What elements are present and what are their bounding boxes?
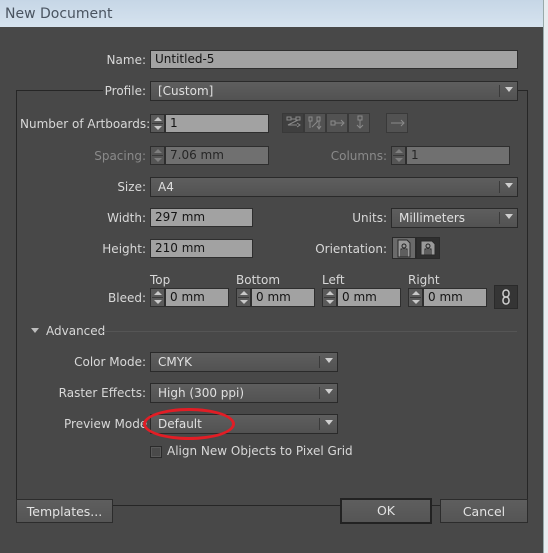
spacing-label: Spacing: (94, 149, 146, 163)
bleed-label: Bleed: (108, 291, 146, 305)
bleed-left-input[interactable]: 0 mm (337, 288, 401, 307)
spacing-stepper (150, 146, 165, 165)
bleed-top-stepper[interactable] (150, 288, 165, 307)
arrange-by-column-button[interactable] (348, 113, 370, 133)
collapse-triangle-icon[interactable] (31, 328, 39, 333)
landscape-icon (420, 240, 436, 256)
align-pixel-grid-label[interactable]: Align New Objects to Pixel Grid (167, 444, 353, 458)
color-mode-select[interactable]: CMYK (150, 352, 338, 372)
align-pixel-grid-checkbox[interactable] (150, 446, 162, 458)
columns-input: 1 (406, 146, 510, 165)
profile-select[interactable]: [Custom] (150, 81, 518, 101)
artboards-input[interactable]: 1 (165, 114, 269, 133)
orientation-label: Orientation: (315, 242, 387, 256)
decrement-icon[interactable] (154, 126, 162, 130)
chevron-down-icon (325, 389, 333, 394)
portrait-icon (397, 239, 411, 258)
size-label: Size: (117, 180, 146, 194)
bleed-right-label: Right (408, 273, 440, 287)
arrange-by-column-icon (356, 115, 364, 129)
chevron-down-icon (325, 358, 333, 363)
profile-label: Profile: (104, 84, 146, 98)
bleed-top-input[interactable]: 0 mm (165, 288, 229, 307)
raster-effects-value: High (300 ppi) (158, 386, 245, 400)
grid-by-column-icon (308, 116, 322, 130)
chevron-down-icon (505, 214, 513, 219)
height-label: Height: (102, 242, 146, 256)
arrange-by-row-button[interactable] (326, 113, 348, 133)
preview-mode-label: Preview Mode (64, 417, 148, 431)
right-to-left-button[interactable] (386, 113, 408, 133)
advanced-divider (102, 331, 517, 332)
units-select[interactable]: Millimeters (391, 208, 518, 228)
color-mode-value: CMYK (158, 355, 192, 369)
artboards-stepper[interactable] (150, 114, 165, 133)
name-label: Name: (106, 53, 146, 67)
bleed-bottom-input[interactable]: 0 mm (251, 288, 315, 307)
size-select[interactable]: A4 (150, 177, 518, 197)
bleed-left-stepper[interactable] (322, 288, 337, 307)
portrait-button[interactable] (392, 237, 416, 259)
artboards-label: Number of Artboards: (20, 117, 151, 131)
link-bleed-button[interactable] (494, 285, 518, 309)
templates-button[interactable]: Templates... (16, 499, 113, 523)
grid-by-row-button[interactable] (282, 113, 304, 133)
grid-by-row-icon (286, 116, 301, 128)
spacing-input: 7.06 mm (165, 146, 269, 165)
bleed-bottom-label: Bottom (236, 273, 281, 287)
bleed-bottom-stepper[interactable] (236, 288, 251, 307)
units-label: Units: (352, 211, 387, 225)
ok-button[interactable]: OK (340, 498, 432, 524)
grid-by-column-button[interactable] (304, 113, 326, 133)
select-separator (499, 85, 500, 97)
columns-label: Columns: (330, 149, 387, 163)
width-input[interactable]: 297 mm (150, 208, 253, 227)
name-input[interactable]: Untitled-5 (150, 50, 518, 69)
window-title: New Document (5, 6, 113, 22)
arrange-by-row-icon (330, 119, 345, 127)
chevron-down-icon (325, 420, 333, 425)
size-value: A4 (158, 180, 174, 194)
new-document-dialog: Name: Untitled-5 Profile: [Custom] Numbe… (0, 27, 543, 553)
bleed-right-input[interactable]: 0 mm (423, 288, 487, 307)
cancel-button[interactable]: Cancel (440, 499, 528, 523)
bleed-top-label: Top (150, 273, 171, 287)
raster-effects-label: Raster Effects: (58, 386, 146, 400)
units-value: Millimeters (399, 211, 466, 225)
height-input[interactable]: 210 mm (150, 239, 253, 258)
bleed-right-stepper[interactable] (408, 288, 423, 307)
chevron-down-icon (505, 183, 513, 188)
profile-value: [Custom] (158, 84, 214, 98)
preview-mode-value: Default (158, 417, 202, 431)
advanced-toggle[interactable]: Advanced (46, 324, 105, 338)
arrow-right-icon (391, 119, 405, 127)
window-edge (543, 0, 548, 553)
chevron-down-icon (505, 87, 513, 92)
columns-stepper (391, 146, 406, 165)
landscape-button[interactable] (416, 237, 440, 259)
chain-link-icon (502, 289, 510, 305)
increment-icon[interactable] (154, 117, 162, 121)
width-label: Width: (107, 211, 146, 225)
title-bar: New Document (0, 0, 543, 27)
bleed-left-label: Left (322, 273, 345, 287)
raster-effects-select[interactable]: High (300 ppi) (150, 383, 338, 403)
preview-mode-select[interactable]: Default (150, 414, 338, 434)
color-mode-label: Color Mode: (74, 355, 146, 369)
